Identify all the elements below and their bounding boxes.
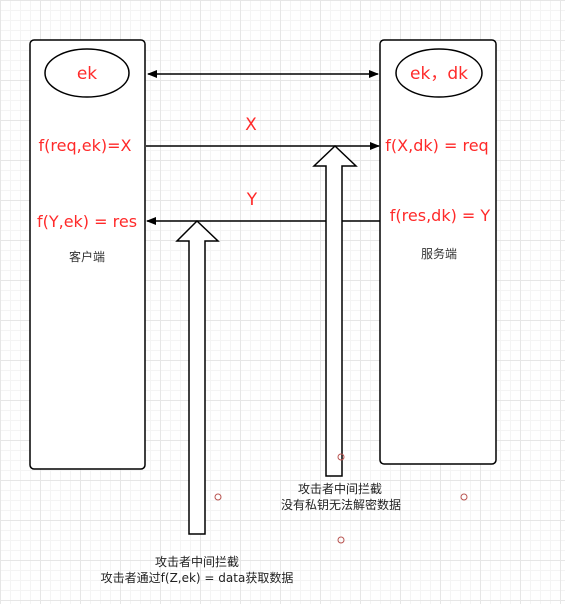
left-attacker-line2: 攻击者通过f(Z,ek) = data获取数据 xyxy=(101,570,294,585)
client-key-label: ek xyxy=(77,64,97,84)
left-attacker-arrow xyxy=(175,219,220,535)
response-label: Y xyxy=(246,190,258,210)
diagram-canvas: ek ek，dk X Y f(req,ek)=X f(Y,ek) = res 客… xyxy=(29,39,497,585)
client-decrypt-formula: f(Y,ek) = res xyxy=(37,212,137,231)
connection-marker xyxy=(460,493,468,501)
right-attacker-arrow xyxy=(312,144,358,477)
server-name: 服务端 xyxy=(421,246,457,261)
client-encrypt-formula: f(req,ek)=X xyxy=(39,136,132,155)
connection-marker xyxy=(214,493,222,501)
connection-marker xyxy=(337,536,345,544)
right-attacker-line2: 没有私钥无法解密数据 xyxy=(281,497,401,512)
server-decrypt-formula: f(X,dk) = req xyxy=(385,136,488,155)
server-key-label: ek，dk xyxy=(410,64,468,84)
right-attacker-line1: 攻击者中间拦截 xyxy=(298,481,382,496)
request-label: X xyxy=(245,115,257,135)
left-attacker-line1: 攻击者中间拦截 xyxy=(155,554,239,569)
client-name: 客户端 xyxy=(69,249,105,264)
server-encrypt-formula: f(res,dk) = Y xyxy=(390,206,491,225)
